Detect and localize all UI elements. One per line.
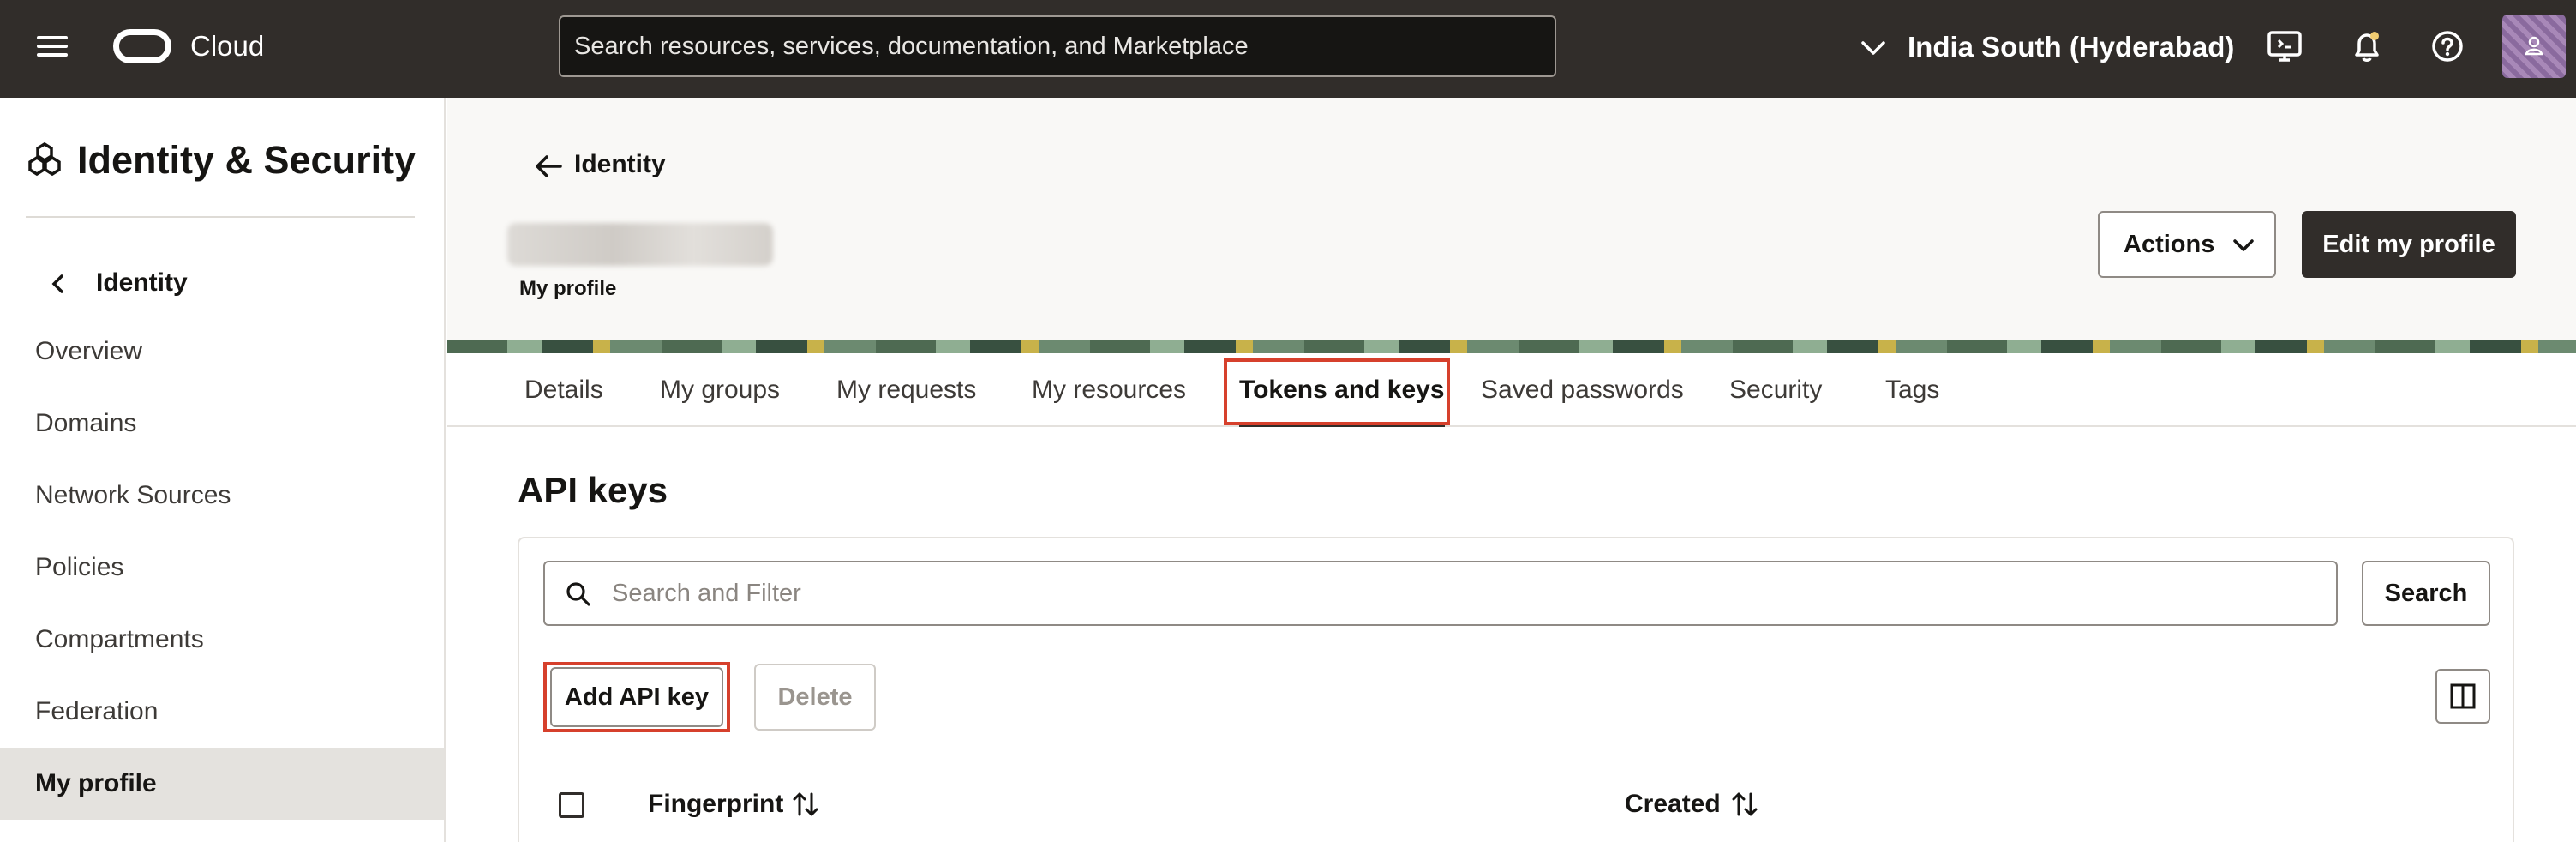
brand-label[interactable]: Cloud <box>190 29 264 63</box>
select-all-checkbox[interactable] <box>559 792 584 818</box>
search-icon <box>566 582 590 606</box>
sidebar-title: Identity & Security <box>77 138 416 182</box>
sort-icon[interactable] <box>790 789 821 820</box>
sidebar-item-compartments[interactable]: Compartments <box>0 604 444 676</box>
redacted-profile-name <box>507 223 773 266</box>
tab-my-groups[interactable]: My groups <box>660 353 780 427</box>
sidebar-item-policies[interactable]: Policies <box>0 532 444 604</box>
chevron-down-icon[interactable] <box>1858 33 1889 63</box>
avatar[interactable] <box>2502 15 2566 78</box>
column-toggle-button[interactable] <box>2435 669 2490 724</box>
actions-button[interactable]: Actions <box>2098 211 2276 278</box>
profile-tabs: Details My groups My requests My resourc… <box>447 353 2576 427</box>
arrow-left-icon[interactable] <box>531 149 566 183</box>
sidebar-item-federation[interactable]: Federation <box>0 676 444 748</box>
breadcrumb-identity[interactable]: Identity <box>574 147 666 182</box>
bell-icon[interactable] <box>2346 26 2387 67</box>
tab-tags[interactable]: Tags <box>1885 353 1939 427</box>
tab-my-requests[interactable]: My requests <box>836 353 976 427</box>
cloud-shell-icon[interactable] <box>2264 26 2305 67</box>
oracle-logo[interactable] <box>113 29 171 63</box>
sidebar-item-domains[interactable]: Domains <box>0 388 444 460</box>
sidebar: Identity & Security Identity Overview Do… <box>0 98 446 842</box>
identity-security-icon <box>28 141 61 177</box>
column-header-created[interactable]: Created <box>1625 787 1721 821</box>
page-header: Identity My profile Actions Edit my prof… <box>447 98 2576 340</box>
delete-button[interactable]: Delete <box>754 664 876 731</box>
section-title: API keys <box>518 470 668 510</box>
tab-highlight-outline <box>1224 358 1450 425</box>
tab-my-resources[interactable]: My resources <box>1032 353 1186 427</box>
actions-button-label: Actions <box>2124 231 2215 258</box>
user-icon <box>2525 36 2543 56</box>
sidebar-item-my-profile[interactable]: My profile <box>0 748 444 820</box>
menu-icon[interactable] <box>34 31 70 62</box>
global-search-input[interactable]: Search resources, services, documentatio… <box>559 15 1556 77</box>
search-filter-placeholder: Search and Filter <box>612 580 801 607</box>
tab-security[interactable]: Security <box>1729 353 1822 427</box>
decorative-banner <box>447 340 2576 353</box>
tab-details[interactable]: Details <box>524 353 603 427</box>
add-api-key-highlight-outline <box>543 662 730 732</box>
sidebar-item-overview[interactable]: Overview <box>0 316 444 388</box>
columns-icon <box>2450 683 2476 709</box>
sidebar-divider <box>26 216 415 218</box>
tab-saved-passwords[interactable]: Saved passwords <box>1481 353 1684 427</box>
search-button[interactable]: Search <box>2362 561 2490 626</box>
chevron-down-icon <box>2233 239 2254 251</box>
chevron-left-icon[interactable] <box>46 269 69 298</box>
column-header-fingerprint[interactable]: Fingerprint <box>648 787 783 821</box>
sort-icon[interactable] <box>1729 789 1760 820</box>
sidebar-back-identity[interactable]: Identity <box>96 266 188 300</box>
page-subtitle: My profile <box>519 277 617 300</box>
help-icon[interactable] <box>2427 26 2468 67</box>
region-selector[interactable]: India South (Hyderabad) <box>1908 29 2234 65</box>
search-filter-input[interactable]: Search and Filter <box>543 561 2338 626</box>
edit-my-profile-button[interactable]: Edit my profile <box>2302 211 2516 278</box>
top-navigation-bar: Cloud Search resources, services, docume… <box>0 0 2576 98</box>
sidebar-item-network-sources[interactable]: Network Sources <box>0 460 444 532</box>
